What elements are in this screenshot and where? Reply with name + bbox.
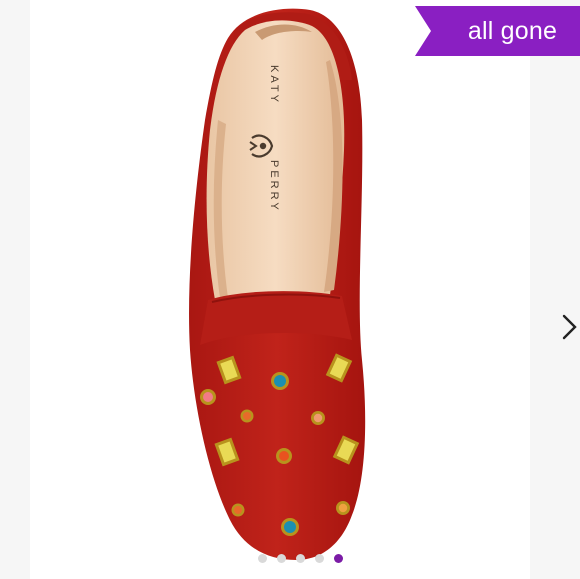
photo-pagination bbox=[0, 554, 580, 563]
chevron-right-icon bbox=[562, 314, 577, 340]
photo-dot-3[interactable] bbox=[295, 554, 305, 563]
insole-brand-top: KATY bbox=[268, 65, 280, 105]
photo-dot-4[interactable] bbox=[314, 554, 324, 563]
next-photo-button[interactable] bbox=[558, 312, 580, 342]
photo-dot-5[interactable] bbox=[333, 554, 343, 563]
insole-brand-bottom: PERRY bbox=[268, 160, 280, 213]
product-photo[interactable]: KATY PERRY bbox=[30, 0, 530, 579]
status-badge: all gone bbox=[415, 6, 580, 56]
photo-dot-1[interactable] bbox=[257, 554, 267, 563]
red-jeweled-loafer-image: KATY PERRY bbox=[189, 8, 366, 561]
photo-dot-2[interactable] bbox=[276, 554, 286, 563]
status-badge-label: all gone bbox=[467, 16, 558, 45]
